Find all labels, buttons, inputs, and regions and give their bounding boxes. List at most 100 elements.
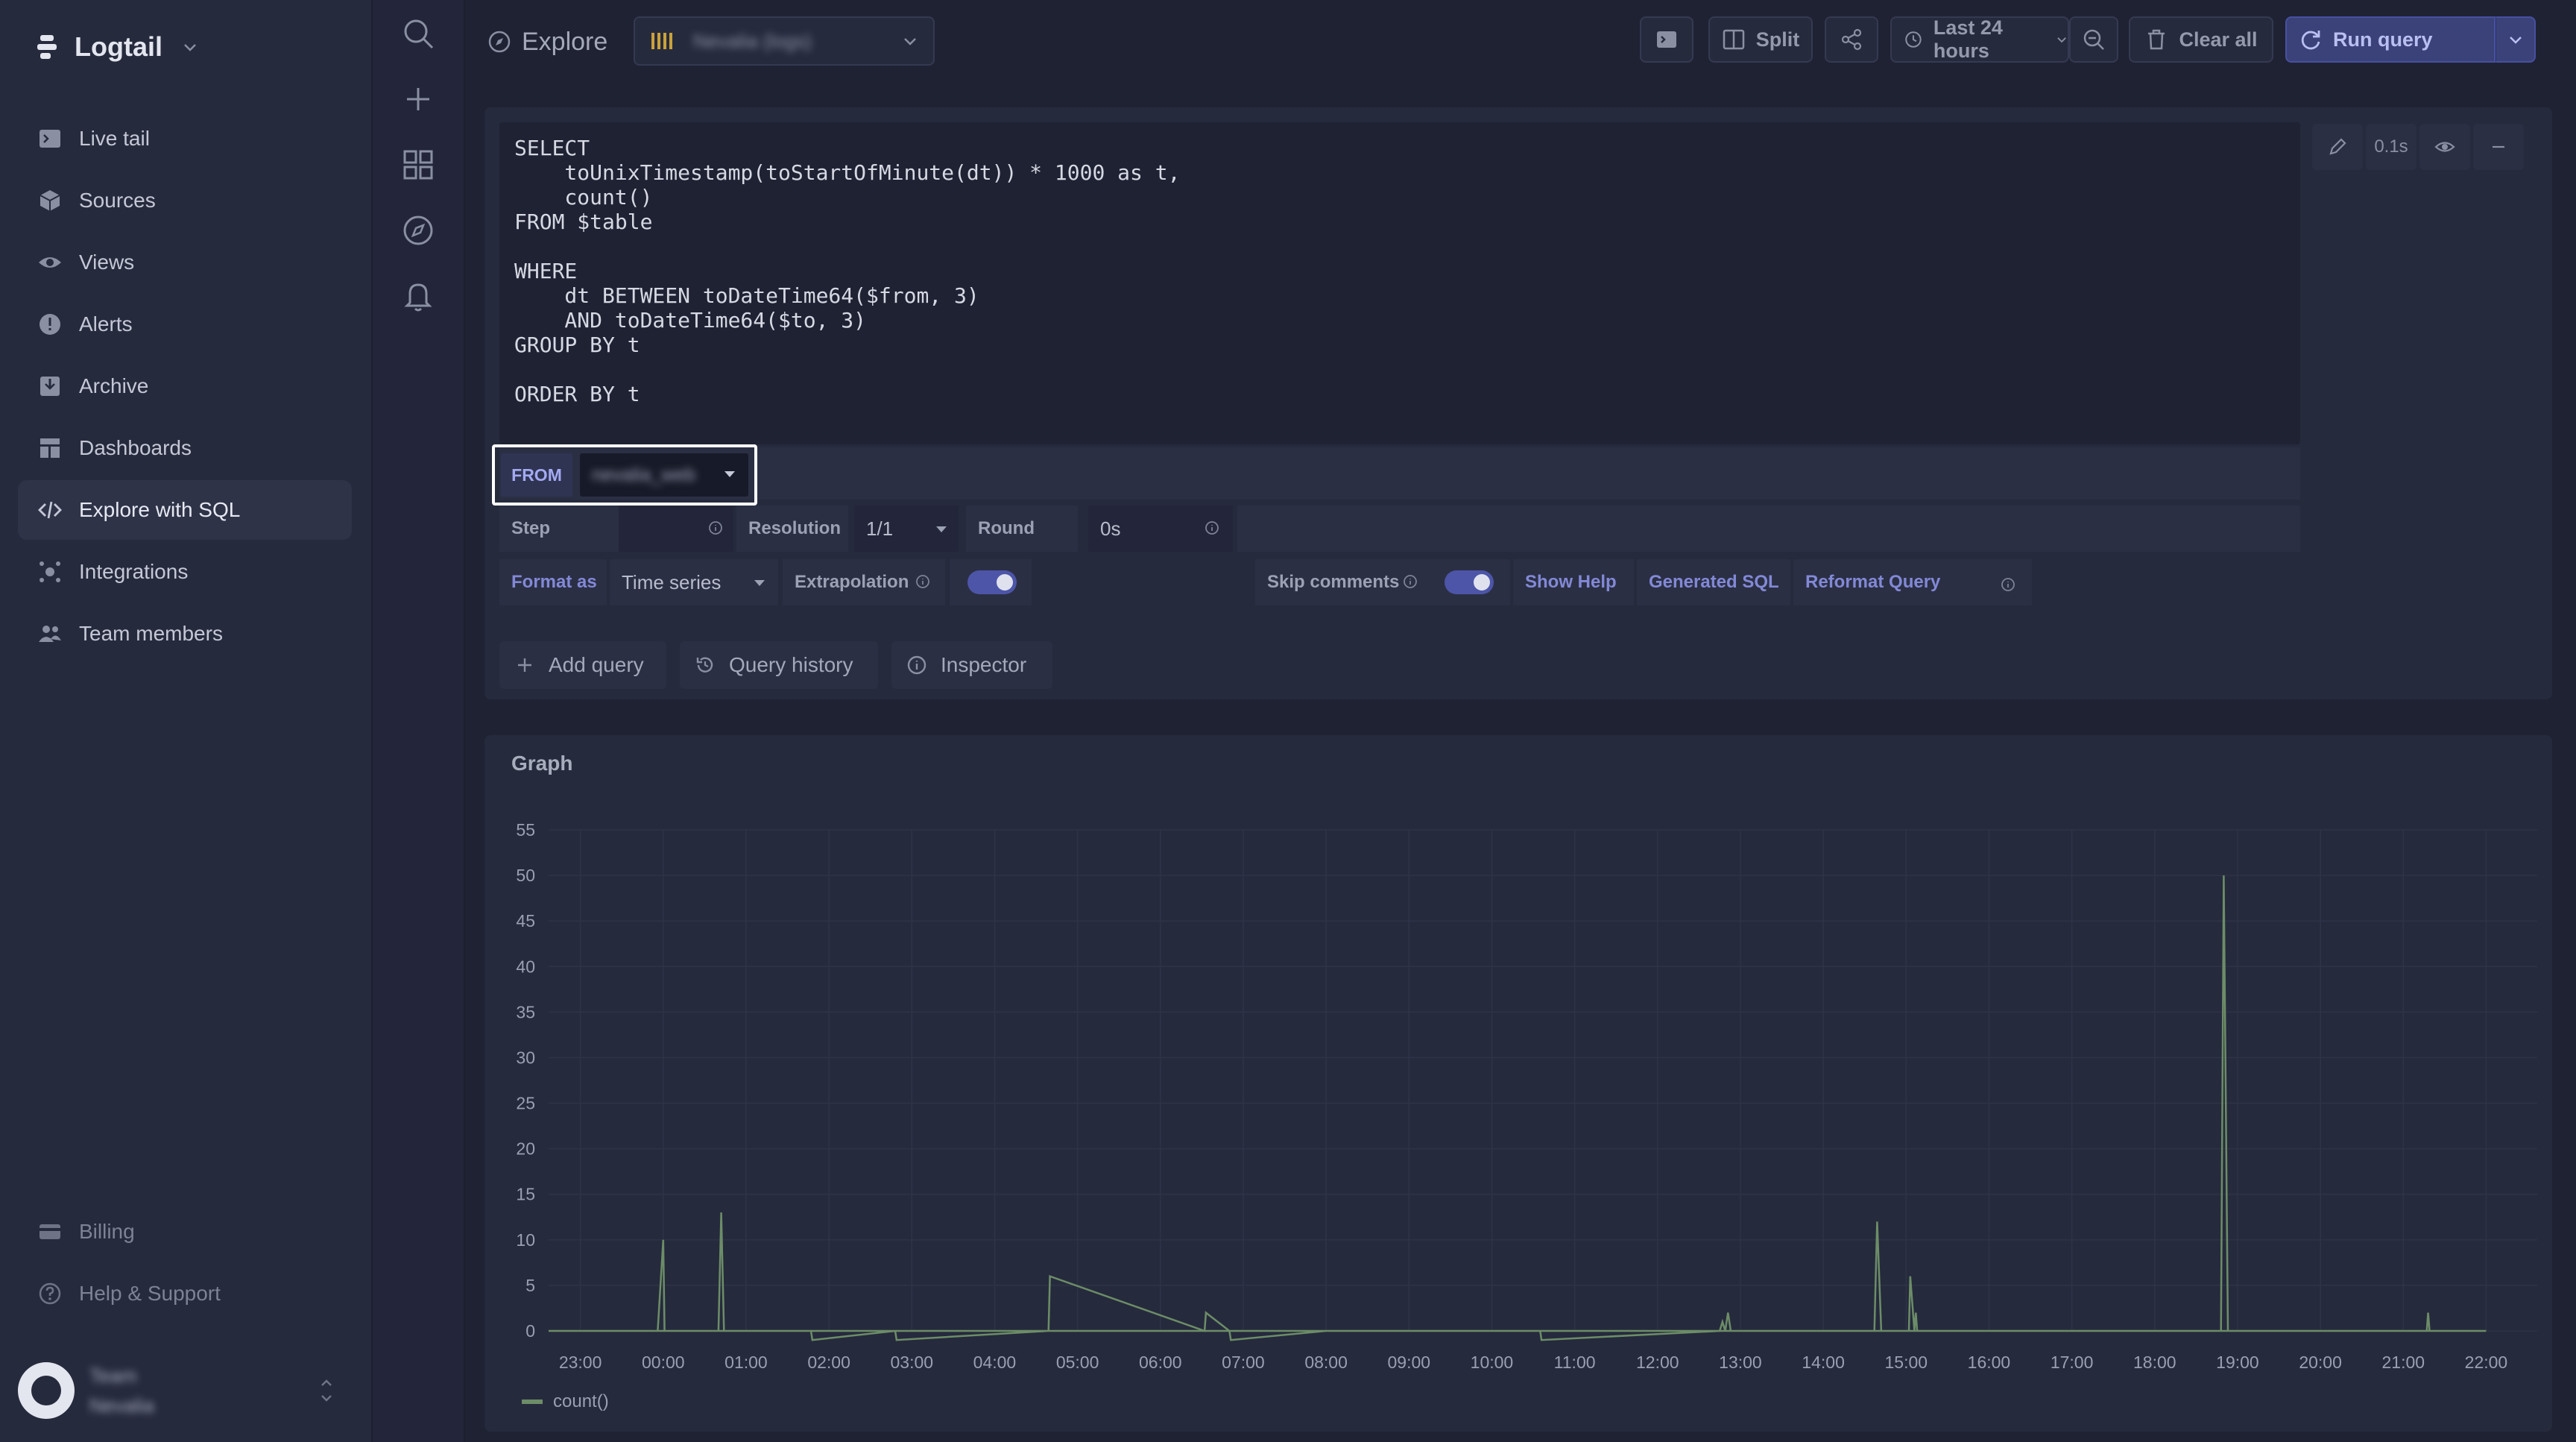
chevron-down-icon	[2509, 37, 2522, 44]
skip-comments-toggle-wrap	[1428, 559, 1510, 605]
sidebar-item-sources[interactable]: Sources	[18, 171, 352, 230]
round-input[interactable]: 0s	[1088, 506, 1233, 552]
sidebar-item-archive[interactable]: Archive	[18, 356, 352, 416]
x-tick-label: 11:00	[1554, 1353, 1596, 1372]
edit-button[interactable]	[2312, 124, 2363, 170]
x-tick-label: 10:00	[1471, 1353, 1514, 1372]
from-row	[499, 447, 2300, 500]
sidebar-item-explore-with-sql[interactable]: Explore with SQL	[18, 480, 352, 540]
extrapolation-toggle-wrap	[950, 559, 1032, 605]
skip-comments-toggle[interactable]	[1445, 570, 1494, 594]
x-tick-label: 20:00	[2299, 1353, 2342, 1372]
y-tick-label: 45	[516, 911, 535, 931]
share-button[interactable]	[1825, 16, 1878, 63]
graph-legend[interactable]: count()	[522, 1391, 609, 1412]
sidebar-bottom-nav: Billing Help & Support	[18, 1202, 352, 1326]
terminal-button[interactable]	[1640, 16, 1693, 63]
zoom-out-button[interactable]	[2069, 16, 2118, 63]
history-icon	[696, 657, 713, 673]
format-select[interactable]: Time series	[610, 559, 778, 605]
step-input[interactable]	[619, 506, 733, 552]
collapse-button[interactable]	[2473, 124, 2524, 170]
info-icon	[1205, 521, 1219, 535]
sql-editor[interactable]: SELECT toUnixTimestamp(toStartOfMinute(d…	[499, 122, 2300, 444]
y-tick-label: 30	[516, 1048, 535, 1067]
toggle-visibility-button[interactable]	[2419, 124, 2470, 170]
sidebar-item-label: Sources	[79, 189, 156, 212]
graph-chart[interactable]: 0 5 10 15 20 25 30 35 40 45 50 55 23:00 00:00 01:00 02:…	[484, 735, 2552, 1432]
sidebar-item-label: Integrations	[79, 560, 189, 583]
source-bars-icon	[651, 33, 672, 49]
x-tick-label: 19:00	[2216, 1353, 2259, 1372]
sql-editor-content[interactable]: SELECT toUnixTimestamp(toStartOfMinute(d…	[499, 122, 2300, 420]
show-help-button[interactable]: Show Help	[1513, 559, 1634, 605]
add-query-button[interactable]: Add query	[499, 641, 666, 689]
x-tick-label: 06:00	[1139, 1353, 1182, 1372]
x-tick-label: 07:00	[1222, 1353, 1265, 1372]
sidebar: Logtail Live tail Sources Views Alerts A…	[0, 0, 373, 1442]
x-tick-label: 04:00	[973, 1353, 1017, 1372]
users-icon	[39, 626, 61, 642]
resolution-select[interactable]: 1/1	[854, 506, 959, 552]
y-tick-label: 40	[516, 957, 535, 976]
run-query-options-button[interactable]	[2496, 16, 2536, 63]
y-tick-label: 0	[525, 1321, 535, 1341]
brand[interactable]: Logtail	[34, 28, 198, 66]
split-label: Split	[1755, 28, 1800, 51]
compass-icon[interactable]	[401, 213, 435, 248]
x-tick-label: 14:00	[1802, 1353, 1845, 1372]
bell-icon[interactable]	[401, 279, 435, 313]
sidebar-item-live-tail[interactable]: Live tail	[18, 109, 352, 169]
reformat-query-button[interactable]: Reformat Query	[1793, 559, 2032, 605]
archive-icon	[40, 377, 60, 396]
info-icon	[907, 655, 926, 675]
team-switcher[interactable]: Team Nevalia	[18, 1357, 352, 1424]
sidebar-item-dashboards[interactable]: Dashboards	[18, 418, 352, 478]
x-tick-label: 15:00	[1884, 1353, 1928, 1372]
y-tick-label: 55	[516, 820, 535, 840]
inspector-label: Inspector	[941, 653, 1027, 676]
series-line	[549, 875, 2487, 1341]
x-tick-label: 16:00	[1968, 1353, 2011, 1372]
step-label: Step	[499, 506, 619, 552]
sidebar-item-integrations[interactable]: Integrations	[18, 542, 352, 602]
format-value: Time series	[622, 570, 722, 594]
code-icon	[38, 501, 62, 519]
source-select[interactable]: Nevalia (logs)	[634, 16, 935, 66]
sidebar-item-views[interactable]: Views	[18, 233, 352, 292]
plus-icon	[518, 658, 531, 672]
query-panel: SELECT toUnixTimestamp(toStartOfMinute(d…	[484, 107, 2552, 699]
info-icon	[2001, 578, 2015, 591]
extrapolation-text: Extrapolation	[795, 572, 909, 592]
search-icon[interactable]	[401, 16, 435, 51]
logtail-logo-icon	[37, 35, 57, 59]
round-value: 0s	[1100, 517, 1121, 540]
sidebar-item-label: Archive	[79, 374, 149, 397]
plus-icon[interactable]	[401, 82, 435, 116]
extrapolation-toggle[interactable]	[967, 570, 1017, 594]
split-button[interactable]: Split	[1708, 16, 1813, 63]
chevron-down-icon[interactable]	[182, 39, 198, 55]
x-tick-label: 18:00	[2133, 1353, 2176, 1372]
card-icon	[40, 1224, 60, 1239]
clear-all-button[interactable]: Clear all	[2129, 16, 2273, 63]
run-query-button[interactable]: Run query	[2285, 16, 2496, 63]
sidebar-item-alerts[interactable]: Alerts	[18, 295, 352, 354]
time-range-select[interactable]: Last 24 hours	[1890, 16, 2069, 63]
options-row-filler	[1237, 506, 2300, 552]
caret-down-icon	[936, 526, 947, 532]
icon-rail	[373, 0, 465, 1442]
team-label: Team	[89, 1364, 137, 1387]
eye-icon	[2434, 142, 2455, 152]
grid-icon[interactable]	[401, 148, 435, 182]
sidebar-item-team-members[interactable]: Team members	[18, 604, 352, 664]
inspector-button[interactable]: Inspector	[891, 641, 1052, 689]
sidebar-item-help-support[interactable]: Help & Support	[18, 1264, 352, 1323]
from-table-select[interactable]: nevalia_web	[580, 453, 748, 497]
terminal-icon	[40, 130, 60, 148]
eye-icon	[39, 257, 61, 268]
caret-down-icon	[754, 580, 765, 586]
query-history-button[interactable]: Query history	[680, 641, 878, 689]
generated-sql-button[interactable]: Generated SQL	[1637, 559, 1790, 605]
sidebar-item-billing[interactable]: Billing	[18, 1202, 352, 1262]
